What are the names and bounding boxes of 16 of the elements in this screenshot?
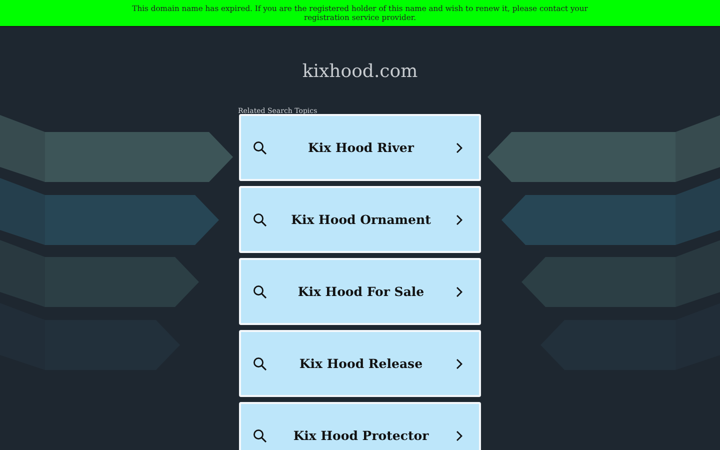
topic-link[interactable]: Kix Hood Release bbox=[239, 330, 481, 397]
domain-title: kixhood.com bbox=[302, 60, 418, 84]
topic-link[interactable]: Kix Hood River bbox=[239, 114, 481, 181]
topic-link[interactable]: Kix Hood For Sale bbox=[239, 258, 481, 325]
topic-link[interactable]: Kix Hood Ornament bbox=[239, 186, 481, 253]
search-icon bbox=[253, 212, 267, 226]
search-icon bbox=[253, 140, 267, 154]
topic-link[interactable]: Kix Hood Protector bbox=[239, 402, 481, 450]
search-icon bbox=[253, 284, 267, 298]
chevron-right-icon bbox=[454, 214, 463, 226]
chevron-right-icon bbox=[454, 358, 463, 370]
search-icon bbox=[253, 356, 267, 370]
chevron-right-icon bbox=[454, 430, 463, 442]
chevron-right-icon bbox=[454, 286, 463, 298]
chevron-right-icon bbox=[455, 142, 463, 154]
search-icon bbox=[253, 428, 267, 442]
